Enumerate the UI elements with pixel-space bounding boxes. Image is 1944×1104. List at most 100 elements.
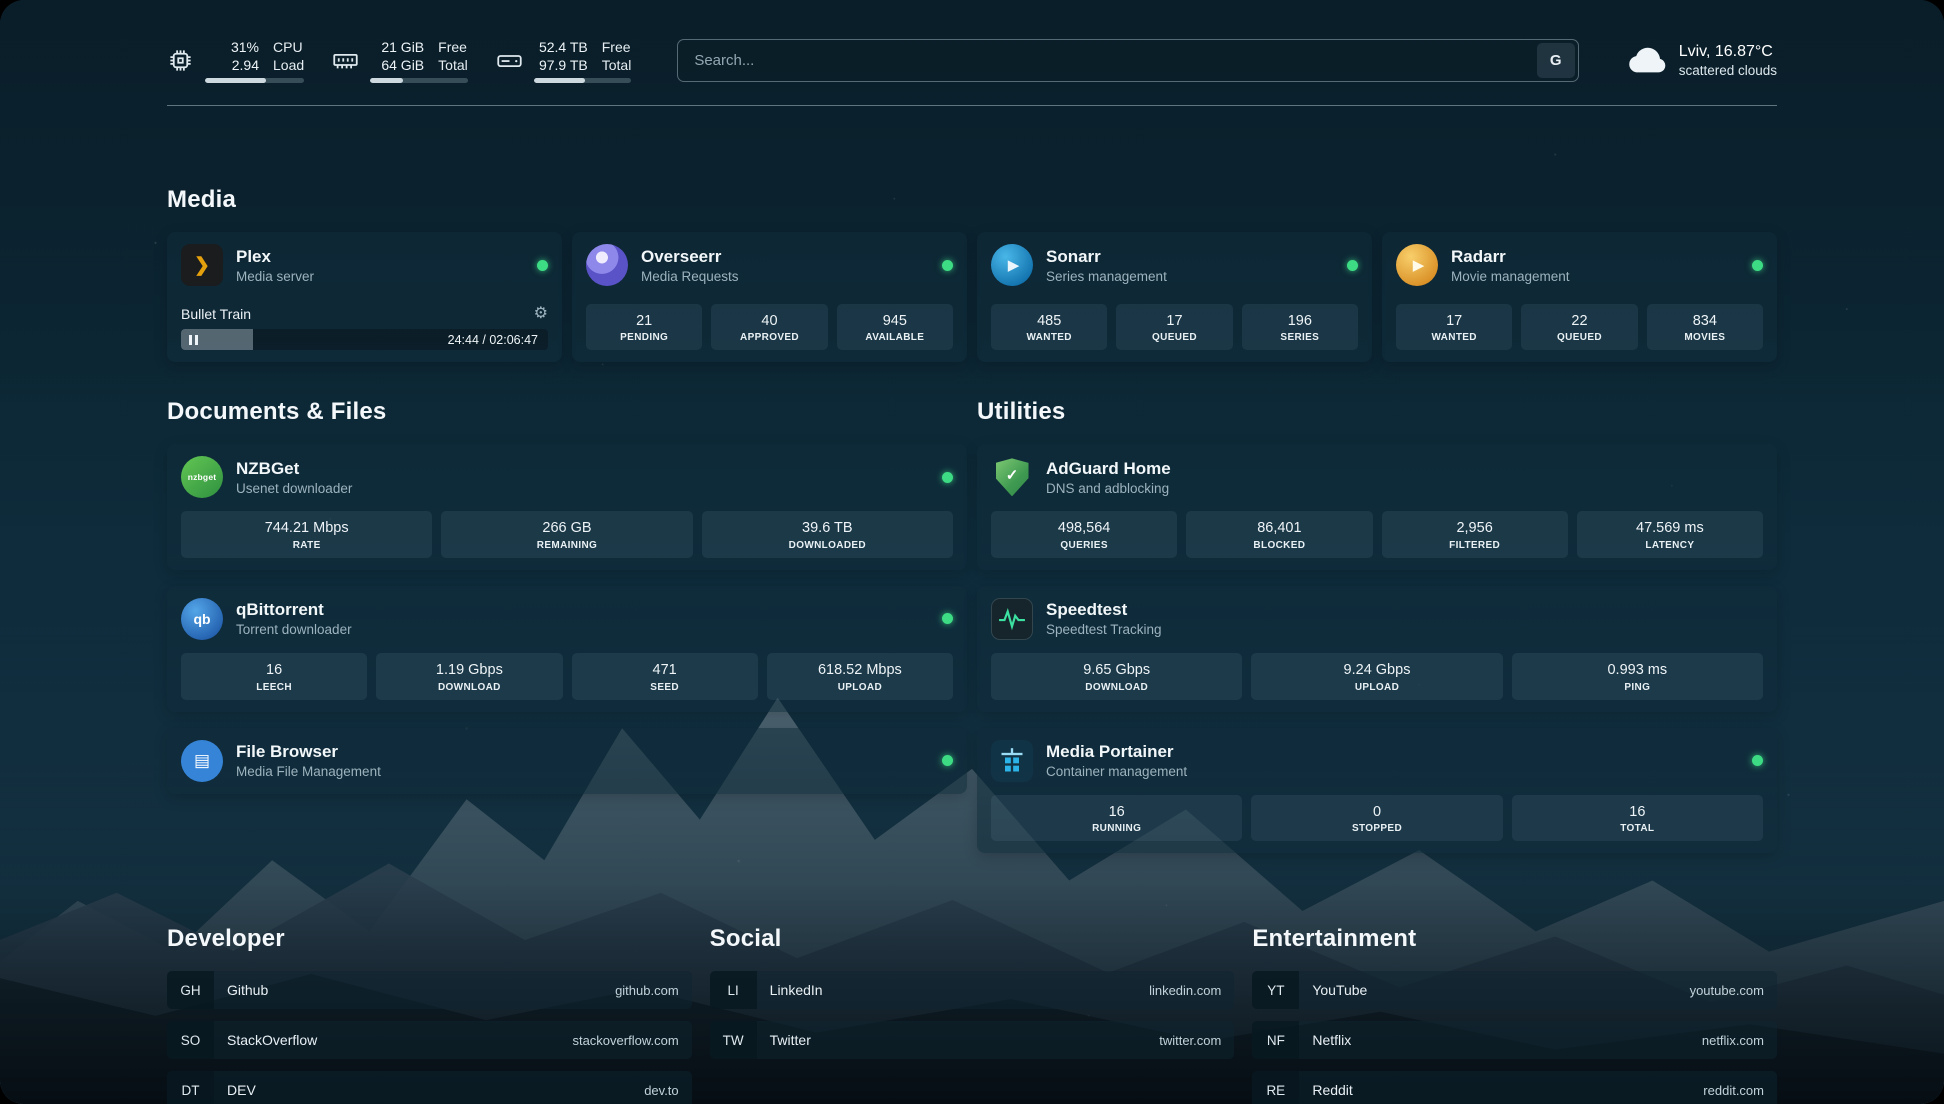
service-card-file-browser[interactable]: ▤File BrowserMedia File Management	[167, 728, 967, 794]
service-card-media-portainer[interactable]: Media PortainerContainer management16RUN…	[977, 728, 1777, 854]
service-card-plex[interactable]: ❯PlexMedia serverBullet Train⚙24:44 / 02…	[167, 232, 562, 362]
stat-movies: 834MOVIES	[1647, 304, 1763, 351]
service-title-block: AdGuard HomeDNS and adblocking	[1046, 458, 1171, 498]
service-name: Overseerr	[641, 246, 739, 268]
resource-value-bottom: 2.94	[232, 56, 259, 74]
top-bar: 31%2.94CPULoad21 GiB64 GiBFreeTotal52.4 …	[167, 0, 1777, 83]
bookmark-linkedin[interactable]: LILinkedInlinkedin.com	[710, 971, 1235, 1009]
gear-icon[interactable]: ⚙	[534, 306, 548, 322]
stat-stopped: 0STOPPED	[1251, 795, 1502, 842]
weather-location: Lviv, 16.87°C	[1679, 42, 1777, 63]
stat-value: 196	[1246, 312, 1354, 332]
stat-value: 17	[1400, 312, 1508, 332]
bookmark-github[interactable]: GHGithubgithub.com	[167, 971, 692, 1009]
stat-label: UPLOAD	[1255, 682, 1498, 693]
pause-icon	[189, 335, 198, 345]
service-card-overseerr[interactable]: OverseerrMedia Requests21PENDING40APPROV…	[572, 232, 967, 362]
stat-label: QUEUED	[1525, 332, 1633, 343]
section-title-entertainment: Entertainment	[1252, 925, 1777, 953]
service-header: nzbgetNZBGetUsenet downloader	[181, 456, 953, 498]
bookmark-youtube[interactable]: YTYouTubeyoutube.com	[1252, 971, 1777, 1009]
now-playing-title: Bullet Train	[181, 306, 251, 322]
header-divider	[167, 105, 1777, 106]
stat-filtered: 2,956FILTERED	[1382, 511, 1568, 558]
service-card-speedtest[interactable]: SpeedtestSpeedtest Tracking 9.65 GbpsDOWN…	[977, 586, 1777, 712]
stat-label: MOVIES	[1651, 332, 1759, 343]
bookmark-netflix[interactable]: NFNetflixnetflix.com	[1252, 1021, 1777, 1059]
stat-value: 21	[590, 312, 698, 332]
filebrowser-icon: ▤	[181, 740, 223, 782]
bookmark-list: GHGithubgithub.com SOStackOverflowstackov…	[167, 971, 692, 1104]
stat-value: 47.569 ms	[1581, 519, 1759, 539]
service-name: Plex	[236, 246, 314, 268]
portainer-icon	[991, 740, 1033, 782]
stat-value: 16	[995, 803, 1238, 823]
search-input[interactable]	[681, 52, 1536, 69]
resource-label-bottom: Total	[602, 56, 632, 74]
bookmark-abbr: SO	[167, 1021, 214, 1059]
stat-label: FILTERED	[1386, 540, 1564, 551]
service-stats: 9.65 GbpsDOWNLOAD9.24 GbpsUPLOAD 0.993 ms…	[991, 653, 1763, 700]
bookmark-abbr: DT	[167, 1071, 214, 1104]
stat-value: 2,956	[1386, 519, 1564, 539]
bookmark-dev[interactable]: DTDEVdev.to	[167, 1071, 692, 1104]
service-card-adguard-home[interactable]: ✓AdGuard HomeDNS and adblocking498,564QU…	[977, 444, 1777, 570]
service-stats: 16RUNNING 0STOPPED16TOTAL	[991, 795, 1763, 842]
service-header: ▶SonarrSeries management	[991, 244, 1358, 286]
service-subtitle: Media File Management	[236, 763, 381, 781]
bookmark-group-entertainment: Entertainment YTYouTubeyoutube.com NFNetfl…	[1252, 925, 1777, 1104]
bookmark-stackoverflow[interactable]: SOStackOverflowstackoverflow.com	[167, 1021, 692, 1059]
resource-progress-bar	[534, 78, 632, 83]
search-provider-button[interactable]: G	[1537, 43, 1575, 78]
utilities-stack: ✓AdGuard HomeDNS and adblocking498,564QU…	[977, 444, 1777, 853]
service-header: ▤File BrowserMedia File Management	[181, 740, 953, 782]
service-title-block: SpeedtestSpeedtest Tracking	[1046, 599, 1162, 639]
bookmark-twitter[interactable]: TWTwittertwitter.com	[710, 1021, 1235, 1059]
stat-label: SERIES	[1246, 332, 1354, 343]
bookmark-abbr: NF	[1252, 1021, 1299, 1059]
service-subtitle: Movie management	[1451, 268, 1570, 286]
service-subtitle: Torrent downloader	[236, 621, 352, 639]
speedtest-icon	[991, 598, 1033, 640]
service-card-nzbget[interactable]: nzbgetNZBGetUsenet downloader 744.21 Mbps…	[167, 444, 967, 570]
service-name: Speedtest	[1046, 599, 1162, 621]
stat-label: RATE	[185, 540, 428, 551]
service-title-block: SonarrSeries management	[1046, 246, 1167, 286]
service-title-block: PlexMedia server	[236, 246, 314, 286]
service-subtitle: Speedtest Tracking	[1046, 621, 1162, 639]
service-stats: 21PENDING40APPROVED945AVAILABLE	[586, 304, 953, 351]
stat-approved: 40APPROVED	[711, 304, 827, 351]
service-subtitle: Container management	[1046, 763, 1187, 781]
resource-label-top: Free	[438, 38, 468, 56]
stat-total: 16TOTAL	[1512, 795, 1763, 842]
bookmark-reddit[interactable]: RERedditreddit.com	[1252, 1071, 1777, 1104]
bookmark-abbr: GH	[167, 971, 214, 1009]
stat-queued: 22QUEUED	[1521, 304, 1637, 351]
stat-label: DOWNLOADED	[706, 540, 949, 551]
resource-progress-bar	[205, 78, 304, 83]
nzbget-icon: nzbget	[181, 456, 223, 498]
stat-label: PING	[1516, 682, 1759, 693]
service-card-sonarr[interactable]: ▶SonarrSeries management485WANTED17QUEUE…	[977, 232, 1372, 362]
stat-value: 22	[1525, 312, 1633, 332]
plex-icon: ❯	[181, 244, 223, 286]
resource-value-bottom: 64 GiB	[381, 56, 424, 74]
resource-label-bottom: Total	[438, 56, 468, 74]
stat-value: 744.21 Mbps	[185, 519, 428, 539]
stat-label: WANTED	[1400, 332, 1508, 343]
service-card-radarr[interactable]: ▶RadarrMovie management17WANTED22QUEUED8…	[1382, 232, 1777, 362]
bookmark-abbr: TW	[710, 1021, 757, 1059]
service-name: Radarr	[1451, 246, 1570, 268]
stat-value: 0.993 ms	[1516, 661, 1759, 681]
stat-upload: 9.24 GbpsUPLOAD	[1251, 653, 1502, 700]
stat-download: 9.65 GbpsDOWNLOAD	[991, 653, 1242, 700]
documents-stack: nzbgetNZBGetUsenet downloader 744.21 Mbps…	[167, 444, 967, 793]
stat-label: RUNNING	[995, 823, 1238, 834]
media-grid: ❯PlexMedia serverBullet Train⚙24:44 / 02…	[167, 232, 1777, 362]
service-header: qbqBittorrentTorrent downloader	[181, 598, 953, 640]
stat-value: 485	[995, 312, 1103, 332]
service-card-qbittorrent[interactable]: qbqBittorrentTorrent downloader16LEECH1.…	[167, 586, 967, 712]
bookmark-name: YouTube	[1312, 982, 1367, 998]
stat-value: 618.52 Mbps	[771, 661, 949, 681]
service-subtitle: DNS and adblocking	[1046, 480, 1171, 498]
